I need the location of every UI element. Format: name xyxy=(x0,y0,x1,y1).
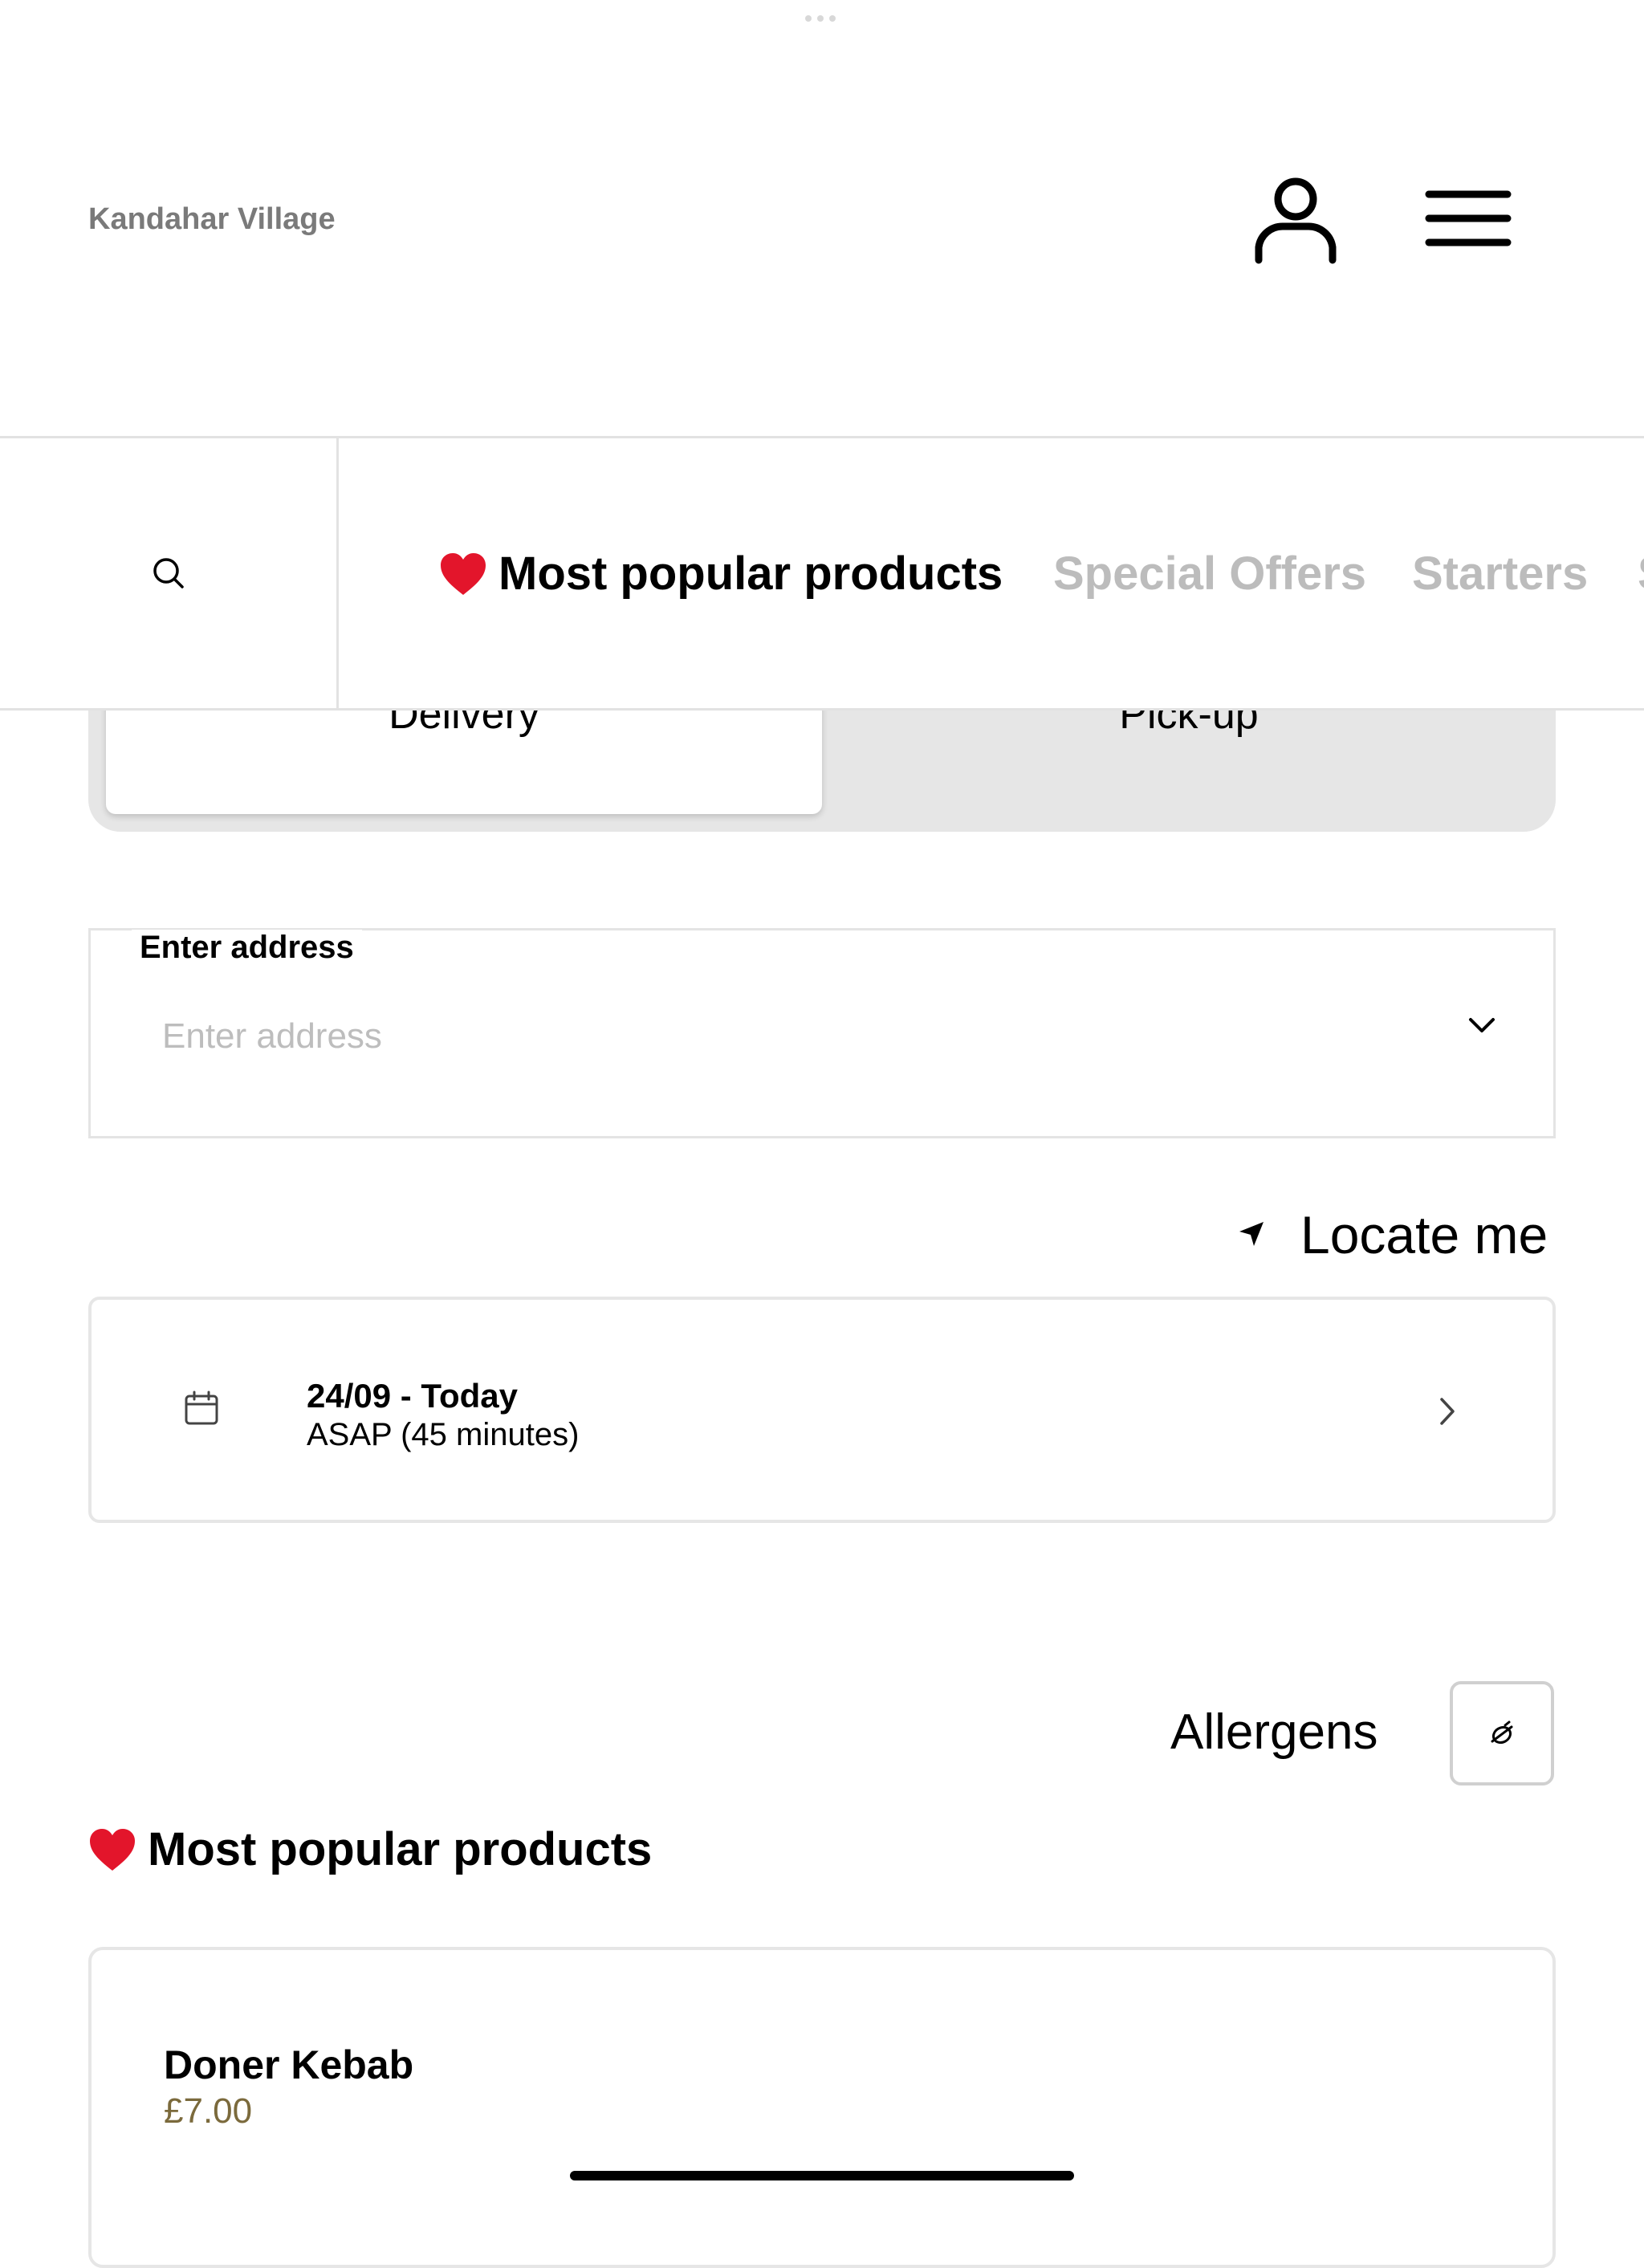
search-icon xyxy=(153,558,184,588)
tab-label: Starters xyxy=(1412,548,1589,600)
sheet-grabber[interactable] xyxy=(805,15,839,22)
tab-label: Special Offers xyxy=(1053,548,1367,600)
user-icon[interactable] xyxy=(1247,170,1344,267)
calendar-icon xyxy=(185,1391,218,1425)
tab-most-popular[interactable]: Most popular products xyxy=(439,547,1003,601)
schedule-date: 24/09 - Today xyxy=(307,1377,518,1415)
restaurant-name[interactable]: Kandahar Village xyxy=(88,202,336,237)
allergen-icon xyxy=(1491,1720,1513,1745)
schedule-card[interactable]: 24/09 - Today ASAP (45 minutes) xyxy=(88,1297,1556,1523)
chevron-right-icon xyxy=(1440,1398,1455,1425)
allergens-label: Allergens xyxy=(1170,1704,1378,1760)
tab-label: Most popular products xyxy=(498,548,1003,600)
nav-search-button[interactable] xyxy=(0,438,339,708)
home-indicator[interactable] xyxy=(570,2171,1074,2180)
section-title: Most popular products xyxy=(88,1822,652,1876)
tab-special-offers[interactable]: Special Offers xyxy=(1053,547,1366,601)
location-arrow-icon xyxy=(1239,1222,1264,1246)
section-title-text: Most popular products xyxy=(148,1823,653,1875)
tab-next-partial[interactable]: S xyxy=(1638,547,1644,601)
product-name: Doner Kebab xyxy=(164,2042,414,2087)
category-tabs: Most popular products Special Offers Sta… xyxy=(339,438,1644,708)
locate-me-label: Locate me xyxy=(1300,1205,1548,1264)
tab-starters[interactable]: Starters xyxy=(1412,547,1588,601)
address-input[interactable] xyxy=(162,1016,1366,1057)
schedule-time: ASAP (45 minutes) xyxy=(307,1417,580,1452)
chevron-down-icon[interactable] xyxy=(1463,1010,1501,1042)
product-card[interactable]: Doner Kebab £7.00 xyxy=(88,1947,1556,2268)
product-price: £7.00 xyxy=(164,2091,253,2131)
category-nav: Most popular products Special Offers Sta… xyxy=(0,436,1644,711)
locate-me-button[interactable]: Locate me xyxy=(1236,1204,1548,1265)
heart-icon xyxy=(441,552,486,595)
address-field-label: Enter address xyxy=(132,930,362,966)
heart-icon xyxy=(90,1828,135,1871)
hamburger-menu-icon[interactable] xyxy=(1424,186,1512,250)
allergens-button[interactable] xyxy=(1450,1681,1554,1785)
